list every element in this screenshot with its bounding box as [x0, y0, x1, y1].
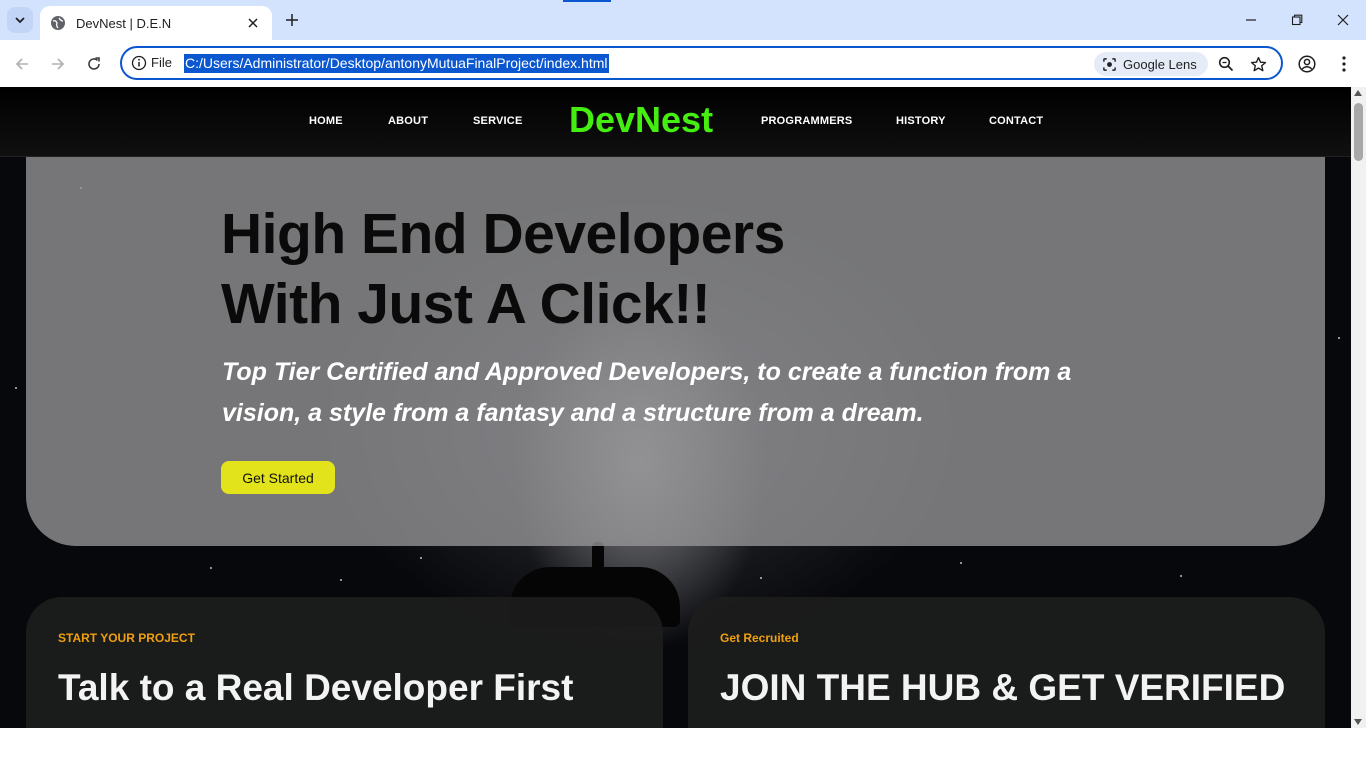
browser-menu-button[interactable] [1332, 52, 1356, 76]
background-star [1180, 575, 1182, 577]
restore-icon [1291, 14, 1303, 26]
close-window-button[interactable] [1320, 6, 1366, 34]
hero-section: High End Developers With Just A Click!! … [26, 157, 1325, 546]
nav-link-contact[interactable]: CONTACT [989, 115, 1043, 127]
get-started-button[interactable]: Get Started [221, 461, 335, 494]
tab-search-button[interactable] [7, 7, 33, 33]
window-bottom-edge [0, 728, 1366, 768]
kebab-menu-icon [1342, 56, 1346, 72]
bookmark-button[interactable] [1248, 54, 1268, 74]
start-project-card: START YOUR PROJECT Talk to a Real Develo… [26, 597, 663, 728]
scrollbar-thumb[interactable] [1354, 103, 1363, 161]
background-star [340, 579, 342, 581]
plus-icon [286, 14, 298, 26]
new-tab-button[interactable] [281, 9, 303, 31]
back-button[interactable] [9, 51, 35, 77]
globe-icon [51, 16, 65, 30]
browser-tab[interactable]: DevNest | D.E.N [40, 6, 272, 40]
restore-button[interactable] [1274, 6, 1320, 34]
nav-link-service[interactable]: SERVICE [473, 115, 523, 127]
scroll-up-arrow-icon[interactable] [1354, 90, 1362, 96]
url-text[interactable]: C:/Users/Administrator/Desktop/antonyMut… [184, 54, 609, 73]
minimize-button[interactable] [1228, 6, 1274, 34]
google-lens-button[interactable]: Google Lens [1094, 52, 1208, 76]
zoom-icon [1218, 56, 1234, 72]
tab-close-button[interactable] [244, 14, 262, 32]
chevron-down-icon [15, 17, 25, 24]
profile-button[interactable] [1295, 52, 1319, 76]
tab-title: DevNest | D.E.N [76, 15, 172, 31]
card-eyebrow: START YOUR PROJECT [58, 631, 195, 645]
close-icon [1337, 14, 1349, 26]
background-star [760, 577, 762, 579]
lens-icon [1103, 57, 1116, 71]
background-star [1338, 337, 1340, 339]
nav-link-home[interactable]: HOME [309, 115, 343, 127]
star-icon [1250, 56, 1266, 71]
profile-icon [1298, 55, 1316, 73]
arrow-left-icon [15, 58, 28, 70]
minimize-icon [1246, 19, 1256, 21]
hero-title: High End Developers With Just A Click!! [221, 199, 785, 339]
background-star [210, 567, 212, 569]
info-icon[interactable] [131, 55, 147, 71]
card-title: JOIN THE HUB & GET VERIFIED [720, 667, 1286, 708]
nav-link-history[interactable]: HISTORY [896, 115, 946, 127]
card-title: Talk to a Real Developer First [58, 667, 574, 708]
site-info-label[interactable]: File [151, 55, 172, 70]
page-viewport: HOME ABOUT SERVICE DevNest PROGRAMMERS H… [0, 87, 1351, 728]
close-icon [248, 18, 258, 28]
zoom-button[interactable] [1216, 54, 1236, 74]
nav-link-programmers[interactable]: PROGRAMMERS [761, 115, 852, 127]
site-header: HOME ABOUT SERVICE DevNest PROGRAMMERS H… [0, 87, 1351, 157]
hero-subtitle: Top Tier Certified and Approved Develope… [222, 358, 1072, 427]
page-scrollbar[interactable] [1351, 87, 1366, 728]
tab-strip-indicator [563, 0, 611, 2]
forward-button[interactable] [45, 51, 71, 77]
get-recruited-card: Get Recruited JOIN THE HUB & GET VERIFIE… [688, 597, 1325, 728]
tab-strip: DevNest | D.E.N [0, 0, 1366, 40]
reload-icon [88, 57, 100, 70]
hero-title-line-1: High End Developers [221, 202, 785, 266]
reload-button[interactable] [81, 51, 107, 77]
nav-link-about[interactable]: ABOUT [388, 115, 428, 127]
arrow-right-icon [52, 58, 65, 70]
background-person-silhouette [592, 542, 604, 580]
address-bar[interactable]: File C:/Users/Administrator/Desktop/anto… [120, 46, 1283, 80]
card-eyebrow: Get Recruited [720, 631, 799, 645]
site-logo[interactable]: DevNest [569, 99, 713, 141]
hero-title-line-2: With Just A Click!! [221, 272, 711, 336]
background-star [15, 387, 17, 389]
scroll-down-arrow-icon[interactable] [1354, 719, 1362, 725]
background-star [420, 557, 422, 559]
background-star [960, 562, 962, 564]
google-lens-label: Google Lens [1123, 56, 1197, 72]
